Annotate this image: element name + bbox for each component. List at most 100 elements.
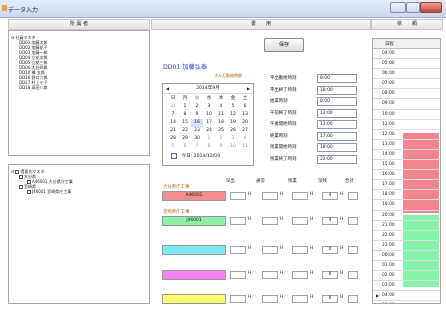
calendar-day[interactable]: 11 (215, 111, 227, 119)
work-hours-input[interactable] (292, 217, 308, 225)
calendar-day[interactable]: 5 (227, 103, 239, 111)
calendar-day[interactable]: 7 (167, 111, 179, 119)
calendar-day[interactable]: 16 (191, 119, 203, 127)
calendar-day[interactable]: 24 (203, 127, 215, 135)
calendar-day[interactable]: 22 (179, 127, 191, 135)
work-hours-input[interactable] (292, 246, 308, 254)
work-hours-input[interactable]: 0 (322, 295, 338, 303)
calendar-day[interactable]: 4 (215, 103, 227, 111)
calendar-day[interactable]: 13 (239, 111, 251, 119)
work-hours-input[interactable] (292, 192, 308, 200)
work-hours-input[interactable] (230, 192, 246, 200)
calendar-day[interactable]: 10 (227, 143, 239, 151)
work-hours-input[interactable] (262, 192, 278, 200)
work-hours-input[interactable] (262, 217, 278, 225)
calendar-day[interactable]: 23 (191, 127, 203, 135)
time-slot[interactable]: 06:00 (373, 69, 440, 80)
total-input[interactable] (348, 217, 358, 225)
time-slot[interactable]: 16:00 (373, 170, 440, 181)
work-hours-input[interactable] (230, 271, 246, 279)
calendar-day[interactable]: 3 (227, 135, 239, 143)
work-hours-input[interactable] (262, 271, 278, 279)
calendar-day[interactable]: 29 (179, 135, 191, 143)
calendar-day[interactable]: 31 (167, 103, 179, 111)
time-slot[interactable]: 13:00 (373, 140, 440, 150)
calendar-day[interactable]: 19 (227, 119, 239, 127)
work-hours-input[interactable]: 0 (322, 246, 338, 254)
time-slot[interactable]: 11:00 (373, 120, 440, 130)
calendar-day[interactable]: 8 (179, 111, 191, 119)
time-input[interactable]: 8:00 (317, 74, 357, 83)
time-slot[interactable]: 00:00 (373, 251, 440, 261)
time-slot[interactable]: 10:00 (373, 110, 440, 120)
work-hours-input[interactable]: 4 (322, 192, 338, 200)
work-hours-input[interactable] (230, 246, 246, 254)
calendar-day[interactable]: 5 (167, 143, 179, 151)
time-slot[interactable]: 08:00 (373, 89, 440, 100)
work-hours-input[interactable] (230, 295, 246, 303)
time-slot[interactable]: 07:00 (373, 79, 440, 90)
customer-tree[interactable]: ⊟ 得意先マスタ 大分県 A46001 大分県庁工事 宮崎県 J46001 宮崎県庁工事 (8, 164, 150, 304)
project-color-box[interactable]: A46001 (162, 191, 226, 201)
calendar-day[interactable]: 17 (203, 119, 215, 127)
project-color-box[interactable] (162, 245, 226, 255)
calendar-day[interactable]: 9 (215, 143, 227, 151)
time-slot[interactable]: 22:00 (373, 231, 440, 241)
project-color-box[interactable]: J46001 (162, 216, 226, 226)
calendar-day[interactable]: 8 (203, 143, 215, 151)
calendar[interactable]: ◀ 2014年9月 ▶ 日月火水木金土 31 1 2 3 4 5 6 7 8 9 10 11 12 13 14… (162, 83, 254, 166)
tree-checkbox[interactable] (19, 185, 23, 189)
time-slot[interactable]: 23:00 (373, 241, 440, 251)
total-input[interactable] (348, 271, 358, 279)
calendar-day[interactable]: 20 (239, 119, 251, 127)
project-color-box[interactable] (162, 270, 226, 280)
next-month-button[interactable]: ▶ (247, 84, 250, 94)
work-hours-input[interactable] (262, 295, 278, 303)
calendar-day[interactable]: 30 (191, 135, 203, 143)
calendar-day[interactable]: 11 (239, 143, 251, 151)
today-label[interactable]: 今日: 2014/12/09 (181, 154, 220, 159)
collapse-icon[interactable]: ⊟ (11, 169, 14, 174)
time-input[interactable]: 18:00 (317, 143, 357, 152)
save-button[interactable]: 保存 (264, 38, 304, 52)
calendar-day[interactable]: 15 (179, 119, 191, 127)
time-slot[interactable]: 03:00 (373, 281, 440, 292)
time-slot[interactable]: 20:00 (373, 211, 440, 221)
calendar-day[interactable]: 1 (179, 103, 191, 111)
time-input[interactable]: 13:00 (317, 120, 357, 129)
time-slot[interactable]: 09:00 (373, 99, 440, 110)
calendar-day[interactable]: 14 (167, 119, 179, 127)
calendar-grid[interactable]: 日月火水木金土 31 1 2 3 4 5 6 7 8 9 10 11 12 13 14 15 16 17 18 19 20… (163, 94, 253, 152)
calendar-day[interactable]: 28 (167, 135, 179, 143)
work-hours-input[interactable] (230, 217, 246, 225)
work-hours-input[interactable] (292, 295, 308, 303)
calendar-day[interactable]: 10 (203, 111, 215, 119)
minimize-button[interactable] (390, 2, 406, 13)
time-input[interactable]: 8:00 (317, 97, 357, 106)
tree-checkbox[interactable] (27, 190, 31, 194)
calendar-day[interactable]: 2 (215, 135, 227, 143)
collapse-icon[interactable]: ⊟ (11, 35, 14, 40)
schedule-panel[interactable]: 日程 04:00 05:00 06:00 07:00 08:00 09:00 10:00 11… (372, 38, 441, 304)
time-slot[interactable]: 21:00 (373, 221, 440, 231)
calendar-day[interactable]: 2 (191, 103, 203, 111)
calendar-day[interactable]: 6 (179, 143, 191, 151)
work-hours-input[interactable] (292, 271, 308, 279)
calendar-day[interactable]: 27 (239, 127, 251, 135)
time-slot[interactable]: 01:00 (373, 261, 440, 272)
calendar-day[interactable]: 9 (191, 111, 203, 119)
calendar-day[interactable]: 12 (227, 111, 239, 119)
calendar-day[interactable]: 21 (167, 127, 179, 135)
tree-checkbox[interactable] (19, 175, 23, 179)
tree-item[interactable]: DD18 高田八郎 (11, 85, 48, 90)
time-input[interactable]: 22:00 (317, 154, 357, 164)
total-input[interactable] (348, 246, 358, 254)
calendar-day[interactable]: 26 (227, 127, 239, 135)
calendar-day[interactable]: 4 (239, 135, 251, 143)
total-input[interactable] (348, 192, 358, 200)
time-input[interactable]: 12:00 (317, 108, 357, 118)
calendar-day[interactable]: 18 (215, 119, 227, 127)
calendar-day[interactable]: 7 (191, 143, 203, 151)
time-slot[interactable]: 12:00 (373, 130, 440, 140)
work-hours-input[interactable] (262, 246, 278, 254)
